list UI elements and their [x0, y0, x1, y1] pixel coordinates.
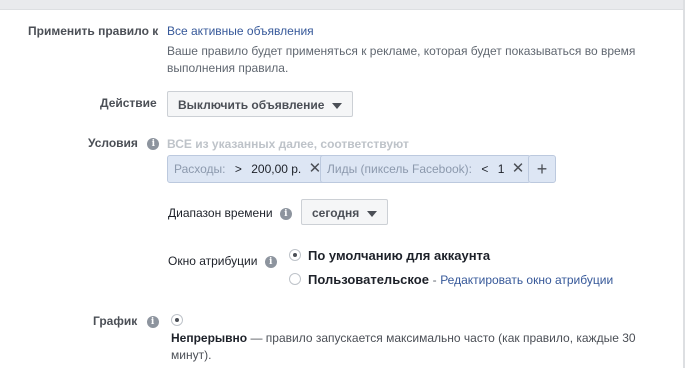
- token-value: 1: [497, 162, 505, 176]
- close-icon[interactable]: ✕: [512, 160, 525, 177]
- apply-label: Применить правило к: [28, 24, 159, 38]
- attribution-custom-row: Пользовательское - Редактировать окно ат…: [308, 272, 614, 287]
- schedule-option-title: Непрерывно: [171, 331, 248, 345]
- token-label: Расходы:: [174, 162, 226, 176]
- top-edge: [0, 0, 685, 10]
- add-condition-button[interactable]: +: [528, 155, 556, 183]
- action-dropdown-label: Выключить объявление: [178, 98, 325, 112]
- token-operator: <: [481, 162, 489, 176]
- info-icon[interactable]: i: [279, 207, 292, 220]
- token-value: 200,00 р.: [251, 162, 302, 176]
- apply-target-link[interactable]: Все активные объявления: [167, 24, 314, 38]
- schedule-label: График i: [93, 314, 159, 328]
- time-range-dropdown-button[interactable]: сегодня: [301, 199, 389, 225]
- condition-token-spend[interactable]: Расходы: > 200,00 р. ✕: [167, 155, 329, 183]
- conditions-label-text: Условия: [88, 136, 138, 150]
- token-label: Лиды (пиксель Facebook):: [327, 162, 473, 176]
- conditions-label: Условия i: [88, 136, 160, 150]
- attribution-default-option[interactable]: По умолчанию для аккаунта: [308, 248, 490, 263]
- schedule-label-text: График: [93, 314, 138, 328]
- info-icon[interactable]: i: [146, 315, 159, 328]
- edit-attribution-link[interactable]: Редактировать окно атрибуции: [440, 273, 613, 287]
- attribution-custom-option[interactable]: Пользовательское: [308, 272, 429, 287]
- info-icon[interactable]: i: [147, 137, 160, 150]
- schedule-option-text: Непрерывно — правило запускается максима…: [171, 330, 671, 364]
- caret-down-icon: [332, 102, 343, 109]
- time-range-label: Диапазон времени i: [168, 206, 292, 220]
- action-dropdown-button[interactable]: Выключить объявление: [167, 91, 354, 117]
- caret-down-icon: [367, 210, 378, 217]
- attribution-label-text: Окно атрибуции: [168, 254, 258, 268]
- time-range-dropdown-label: сегодня: [312, 206, 360, 220]
- apply-note: Ваше правило будет применяться к рекламе…: [167, 44, 636, 75]
- attribution-default-radio[interactable]: [289, 249, 301, 261]
- conditions-hint: ВСЕ из указанных далее, соответствуют: [167, 137, 409, 151]
- token-operator: >: [234, 162, 242, 176]
- action-label: Действие: [100, 96, 157, 110]
- info-icon[interactable]: i: [264, 255, 277, 268]
- time-range-label-text: Диапазон времени: [168, 206, 273, 220]
- attribution-label: Окно атрибуции i: [168, 254, 277, 268]
- condition-token-leads[interactable]: Лиды (пиксель Facebook): < 1 ✕: [320, 155, 532, 183]
- attribution-custom-radio[interactable]: [289, 273, 301, 285]
- schedule-continuous-radio[interactable]: [171, 314, 183, 326]
